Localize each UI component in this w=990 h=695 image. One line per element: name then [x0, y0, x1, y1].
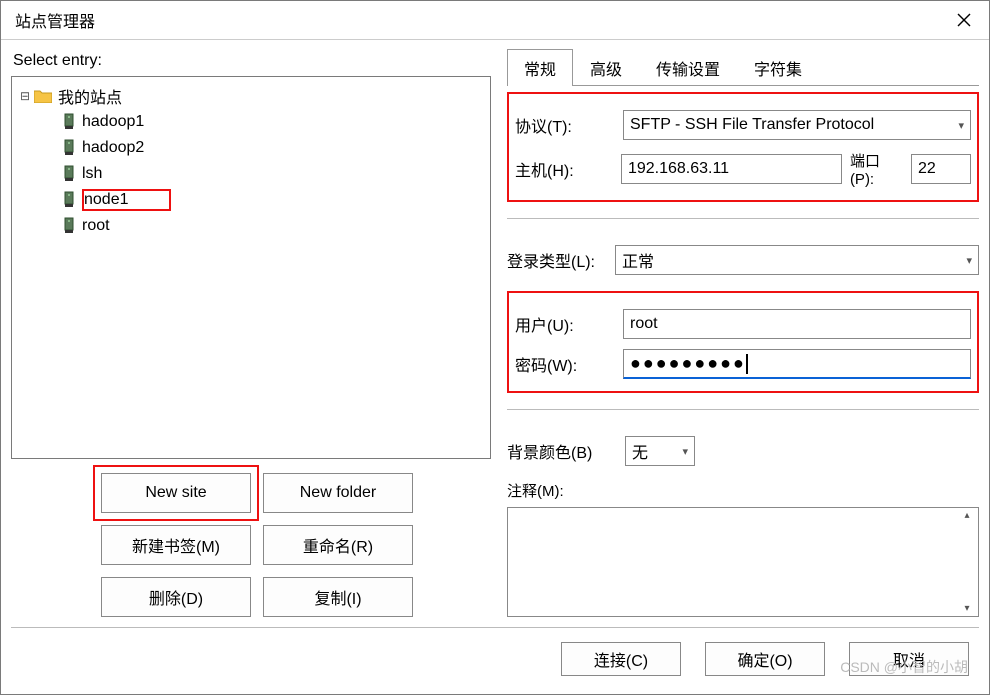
server-icon	[62, 113, 76, 131]
logon-type-label: 登录类型(L):	[507, 248, 607, 272]
window-title: 站点管理器	[15, 8, 95, 32]
chevron-down-icon: ▾	[966, 254, 972, 267]
select-entry-label: Select entry:	[13, 52, 491, 70]
ok-button[interactable]: 确定(O)	[705, 642, 825, 676]
tree-site-item[interactable]: root	[16, 213, 486, 239]
host-input[interactable]	[621, 154, 842, 184]
rename-button[interactable]: 重命名(R)	[263, 525, 413, 565]
tab-字符集[interactable]: 字符集	[737, 49, 819, 86]
chevron-down-icon: ▾	[958, 119, 964, 132]
protocol-select[interactable]: SFTP - SSH File Transfer Protocol ▾	[623, 110, 971, 140]
left-button-grid: New site New folder 新建书签(M) 重命名(R) 删除(D)…	[101, 473, 491, 617]
password-input[interactable]: ●●●●●●●●●	[623, 349, 971, 379]
close-icon[interactable]	[951, 7, 977, 33]
new-site-button[interactable]: New site	[101, 473, 251, 513]
user-label: 用户(U):	[515, 312, 615, 336]
server-icon	[62, 217, 76, 235]
footer-buttons: 连接(C) 确定(O) 取消	[1, 628, 989, 694]
tab-高级[interactable]: 高级	[573, 49, 639, 86]
bgcolor-select[interactable]: 无 ▾	[625, 436, 695, 466]
scroll-up-icon[interactable]: ▴	[958, 510, 976, 521]
chevron-down-icon: ▾	[682, 445, 688, 458]
server-icon	[62, 165, 76, 183]
tree-root[interactable]: ⊟ 我的站点	[16, 83, 486, 109]
tabs: 常规高级传输设置字符集	[507, 48, 979, 86]
delete-button[interactable]: 删除(D)	[101, 577, 251, 617]
scroll-down-icon[interactable]: ▾	[958, 603, 976, 614]
protocol-label: 协议(T):	[515, 113, 615, 137]
tab-传输设置[interactable]: 传输设置	[639, 49, 737, 86]
connection-group-highlight: 协议(T): SFTP - SSH File Transfer Protocol…	[507, 92, 979, 202]
tree-site-item[interactable]: lsh	[16, 161, 486, 187]
user-input[interactable]	[623, 309, 971, 339]
folder-icon	[34, 89, 52, 103]
logon-type-select[interactable]: 正常 ▾	[615, 245, 979, 275]
connect-button[interactable]: 连接(C)	[561, 642, 681, 676]
tree-site-item[interactable]: hadoop2	[16, 135, 486, 161]
credentials-group-highlight: 用户(U): 密码(W): ●●●●●●●●●	[507, 291, 979, 393]
comment-textarea[interactable]: ▴ ▾	[507, 507, 979, 617]
tree-site-item[interactable]: node1	[16, 187, 486, 213]
new-bookmark-button[interactable]: 新建书签(M)	[101, 525, 251, 565]
server-icon	[62, 191, 76, 209]
password-label: 密码(W):	[515, 352, 615, 376]
bgcolor-label: 背景颜色(B)	[507, 439, 617, 463]
host-label: 主机(H):	[515, 157, 613, 181]
tab-常规[interactable]: 常规	[507, 49, 573, 86]
tree-site-item[interactable]: hadoop1	[16, 109, 486, 135]
cancel-button[interactable]: 取消	[849, 642, 969, 676]
port-input[interactable]	[911, 154, 971, 184]
comment-label: 注释(M):	[507, 480, 979, 501]
new-folder-button[interactable]: New folder	[263, 473, 413, 513]
site-tree[interactable]: ⊟ 我的站点 hadoop1hadoop2lshnode1root	[11, 76, 491, 459]
site-manager-window: 站点管理器 Select entry: ⊟ 我的站点 hadoop1hadoop…	[0, 0, 990, 695]
titlebar: 站点管理器	[1, 1, 989, 40]
port-label: 端口(P):	[850, 150, 903, 188]
copy-button[interactable]: 复制(I)	[263, 577, 413, 617]
server-icon	[62, 139, 76, 157]
collapse-icon[interactable]: ⊟	[16, 89, 34, 103]
tree-root-label: 我的站点	[58, 84, 122, 108]
